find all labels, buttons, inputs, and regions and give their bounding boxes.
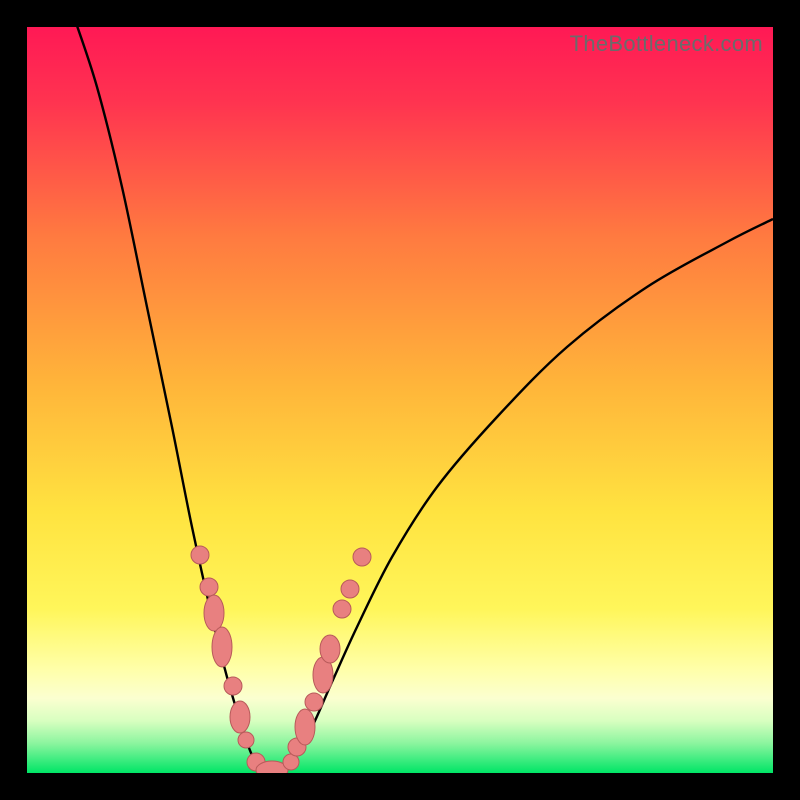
curve-marker <box>333 600 351 618</box>
curve-marker <box>224 677 242 695</box>
curve-marker <box>353 548 371 566</box>
curve-marker <box>320 635 340 663</box>
curve-marker <box>305 693 323 711</box>
curve-marker <box>341 580 359 598</box>
plot-frame: TheBottleneck.com <box>27 27 773 773</box>
curve-marker <box>295 709 315 745</box>
curve-marker <box>191 546 209 564</box>
watermark-text: TheBottleneck.com <box>570 31 763 57</box>
bottleneck-curve <box>74 27 773 771</box>
curve-marker <box>204 595 224 631</box>
curve-marker <box>230 701 250 733</box>
curve-markers-group <box>191 546 371 773</box>
curve-marker <box>200 578 218 596</box>
bottleneck-curve-layer <box>27 27 773 773</box>
curve-marker <box>212 627 232 667</box>
curve-marker <box>238 732 254 748</box>
